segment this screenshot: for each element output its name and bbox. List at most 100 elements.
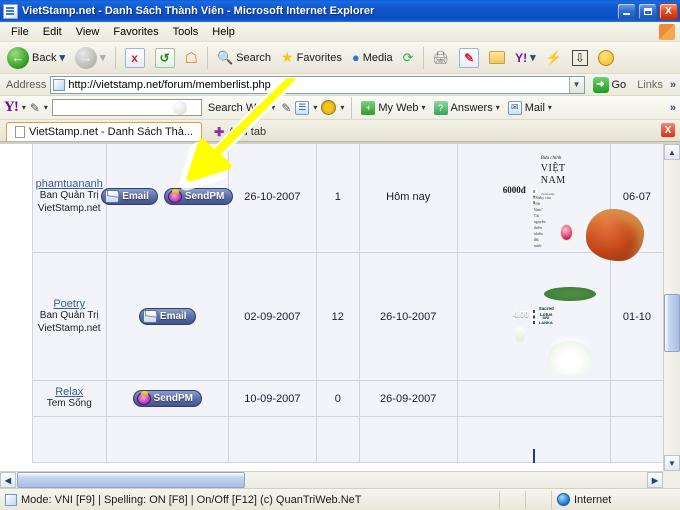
back-button[interactable]: ← Back ▾ <box>3 45 69 71</box>
scroll-up-button[interactable]: ▲ <box>664 144 680 160</box>
menu-item-help[interactable]: Help <box>205 24 242 40</box>
tab-vietstamp[interactable]: VietStamp.net - Danh Sách Thà... <box>6 122 203 141</box>
toolbar-separator-1 <box>114 46 116 69</box>
menu-item-view[interactable]: View <box>69 24 107 40</box>
answers-button[interactable]: ? Answers ▾ <box>432 100 502 116</box>
vertical-scrollbar[interactable]: ▲ ▼ <box>663 144 680 471</box>
menu-item-file[interactable]: File <box>4 24 36 40</box>
table-row: Relax Tem Sống SendPM 10-09-2007 0 26-09… <box>32 380 663 417</box>
email-button[interactable]: Email <box>138 308 196 325</box>
answers-dropdown-icon[interactable]: ▾ <box>496 103 500 112</box>
vertical-scroll-thumb[interactable] <box>664 294 680 352</box>
status-page-icon <box>5 493 17 506</box>
horizontal-scrollbar[interactable]: ◀ ▶ <box>0 471 663 488</box>
cell-birthday: 01-10 <box>609 252 663 381</box>
home-button[interactable]: ☖ <box>181 47 202 69</box>
discuss-button[interactable] <box>485 49 509 66</box>
yahoo-button[interactable]: Y! ▾ <box>511 49 540 67</box>
user-link-poetry[interactable]: Poetry <box>35 298 104 310</box>
user-rank-line1: Tem Sống <box>46 398 92 410</box>
restore-button[interactable] <box>638 2 657 20</box>
messenger-button[interactable]: ⚡ <box>542 48 566 68</box>
my-web-dropdown-icon[interactable]: ▾ <box>422 103 426 112</box>
history-button[interactable]: ⟳ <box>399 48 418 68</box>
person-icon <box>136 391 151 405</box>
yahoo-logo-dropdown-icon[interactable]: ▾ <box>22 103 26 112</box>
sendpm-button[interactable]: SendPM <box>132 390 202 407</box>
media-button[interactable]: ● Media <box>348 48 397 67</box>
cell-last-next <box>358 416 458 463</box>
globe-icon <box>557 493 570 506</box>
window-title: VietStamp.net - Danh Sách Thành Viên - M… <box>22 5 375 17</box>
table-row-next-partial <box>32 416 663 463</box>
go-button[interactable]: ➜ Go <box>589 76 631 94</box>
edit-button[interactable]: ✎ <box>455 46 483 70</box>
cell-last-visit: 26-09-2007 <box>358 380 458 417</box>
user-link-relax[interactable]: Relax <box>35 386 104 398</box>
stop-button[interactable]: x <box>121 46 149 70</box>
scroll-down-button[interactable]: ▼ <box>664 455 680 471</box>
menu-item-tools[interactable]: Tools <box>166 24 206 40</box>
memberlist-table: phamtuananh Ban Quản Trị VietStamp.net E… <box>32 144 663 463</box>
cell-username: phamtuananh Ban Quản Trị VietStamp.net <box>32 144 107 253</box>
forward-arrow-icon: → <box>75 46 97 69</box>
avatar-stamp-partial <box>532 449 535 463</box>
add-tab-button[interactable]: ✚ Add tab <box>205 122 275 141</box>
download-button[interactable]: ⇩ <box>568 48 592 68</box>
pencil-icon[interactable]: ✎ <box>30 101 40 115</box>
menu-item-favorites[interactable]: Favorites <box>106 24 165 40</box>
anti-spy-dropdown-icon[interactable]: ▾ <box>340 103 344 112</box>
cell-last-visit: Hôm nay <box>358 144 458 253</box>
refresh-button[interactable]: ↺ <box>151 46 179 70</box>
toolbar-separator-3 <box>422 46 424 69</box>
scroll-right-button[interactable]: ▶ <box>647 472 663 488</box>
search-web-dropdown-icon[interactable]: ▾ <box>271 103 275 112</box>
forward-button[interactable]: → ▾ <box>71 45 110 71</box>
horizontal-scroll-thumb[interactable] <box>17 472 245 488</box>
edit-page-icon: ✎ <box>459 47 480 68</box>
mail-button[interactable]: ✉ Mail ▾ <box>506 100 554 116</box>
emoticon-button[interactable] <box>594 48 618 68</box>
menu-item-edit[interactable]: Edit <box>36 24 69 40</box>
search-button[interactable]: 🔍 Search <box>213 48 275 68</box>
list-dropdown-icon[interactable]: ▾ <box>313 103 317 112</box>
forward-dropdown-icon[interactable]: ▾ <box>100 51 106 64</box>
scroll-left-button[interactable]: ◀ <box>0 472 16 488</box>
page-icon <box>53 78 66 91</box>
address-input[interactable]: http://vietstamp.net/forum/memberlist.ph… <box>50 75 585 94</box>
email-button-label: Email <box>122 191 149 202</box>
history-icon: ⟳ <box>402 49 414 65</box>
yahoo-logo-icon[interactable]: Y! <box>4 99 19 116</box>
links-label[interactable]: Links <box>634 79 666 91</box>
print-button[interactable]: 🖨 <box>429 48 454 68</box>
address-dropdown-icon[interactable]: ▼ <box>568 76 584 93</box>
mail-dropdown-icon[interactable]: ▾ <box>548 103 552 112</box>
toolbar-separator-2 <box>206 46 208 69</box>
status-message-pane: Mode: VNI [F9] | Spelling: ON [F8] | On/… <box>0 490 500 509</box>
tab-close-button[interactable]: X <box>661 123 675 137</box>
anti-spy-icon[interactable] <box>321 100 337 115</box>
favorites-button[interactable]: ★ Favorites <box>277 47 346 68</box>
pencil-dropdown-icon[interactable]: ▾ <box>44 103 48 112</box>
close-button[interactable]: X <box>659 2 678 20</box>
cell-avatar: SRI LANKA Sacred Lotus 4.00 <box>456 252 611 381</box>
highlighter-icon[interactable]: ✎ <box>281 101 291 115</box>
avatar-stamp-srilanka: SRI LANKA Sacred Lotus 4.00 <box>513 286 596 375</box>
status-zone-label: Internet <box>574 493 612 506</box>
yahoo-overflow-icon[interactable]: » <box>670 102 676 114</box>
minimize-button[interactable] <box>617 2 636 20</box>
search-web-button[interactable]: Search Web ▾ <box>206 101 277 115</box>
sendpm-button[interactable]: SendPM <box>163 188 234 205</box>
toolbar-list-icon[interactable]: ☰ <box>295 100 310 115</box>
search-web-label: Search Web <box>207 101 269 114</box>
user-link-phamtuananh[interactable]: phamtuananh <box>35 178 104 190</box>
my-web-button[interactable]: + My Web ▾ <box>359 100 427 116</box>
email-button[interactable]: Email <box>101 188 158 205</box>
yahoo-dropdown-icon[interactable]: ▾ <box>530 51 536 64</box>
cell-joined: 02-09-2007 <box>228 252 317 381</box>
links-overflow-icon[interactable]: » <box>670 79 676 91</box>
cell-avatar: "Ruby của Việt Nam" Tài nguyên thiên nhi… <box>456 144 644 261</box>
yahoo-search-input[interactable] <box>51 99 202 116</box>
stop-icon: x <box>124 47 145 68</box>
back-dropdown-icon[interactable]: ▾ <box>59 51 65 64</box>
